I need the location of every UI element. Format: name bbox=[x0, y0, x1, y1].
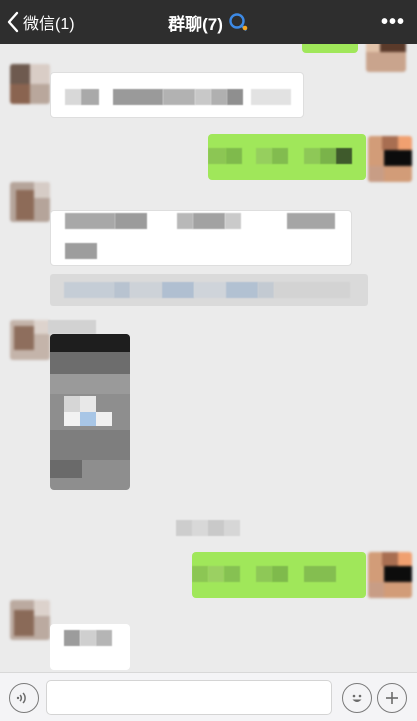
avatar[interactable] bbox=[10, 182, 50, 222]
image-message[interactable] bbox=[50, 334, 130, 490]
sender-name bbox=[48, 320, 96, 334]
message-bubble-received[interactable] bbox=[50, 624, 130, 670]
chat-area[interactable] bbox=[0, 44, 417, 672]
emoji-button[interactable] bbox=[342, 683, 372, 713]
avatar[interactable] bbox=[368, 136, 412, 182]
message-bubble-sent[interactable] bbox=[302, 44, 358, 53]
avatar[interactable] bbox=[10, 320, 50, 360]
more-options-button[interactable]: ••• bbox=[381, 0, 405, 44]
avatar[interactable] bbox=[10, 600, 50, 640]
voice-icon bbox=[16, 692, 26, 704]
plus-icon bbox=[386, 692, 398, 704]
message-bubble-sent[interactable] bbox=[192, 552, 366, 598]
group-chat-icon bbox=[229, 13, 248, 31]
back-button[interactable]: 微信(1) bbox=[6, 0, 75, 44]
voice-button[interactable] bbox=[9, 683, 39, 713]
nav-bar: 微信(1) 群聊(7) ••• bbox=[0, 0, 417, 44]
input-bar bbox=[0, 672, 417, 721]
message-bubble-received[interactable] bbox=[50, 72, 304, 118]
page-title: 群聊(7) bbox=[168, 14, 223, 34]
message-input[interactable] bbox=[46, 680, 332, 715]
avatar[interactable] bbox=[10, 64, 50, 104]
chevron-left-icon bbox=[7, 11, 19, 33]
message-bubble-sent[interactable] bbox=[208, 134, 366, 180]
avatar[interactable] bbox=[368, 552, 412, 598]
avatar[interactable] bbox=[366, 44, 406, 72]
back-label: 微信(1) bbox=[23, 16, 75, 33]
more-functions-button[interactable] bbox=[377, 683, 407, 713]
emoji-icon bbox=[352, 694, 362, 702]
timestamp bbox=[176, 520, 240, 536]
message-bubble-received[interactable] bbox=[50, 210, 352, 266]
quoted-message[interactable] bbox=[50, 274, 368, 306]
